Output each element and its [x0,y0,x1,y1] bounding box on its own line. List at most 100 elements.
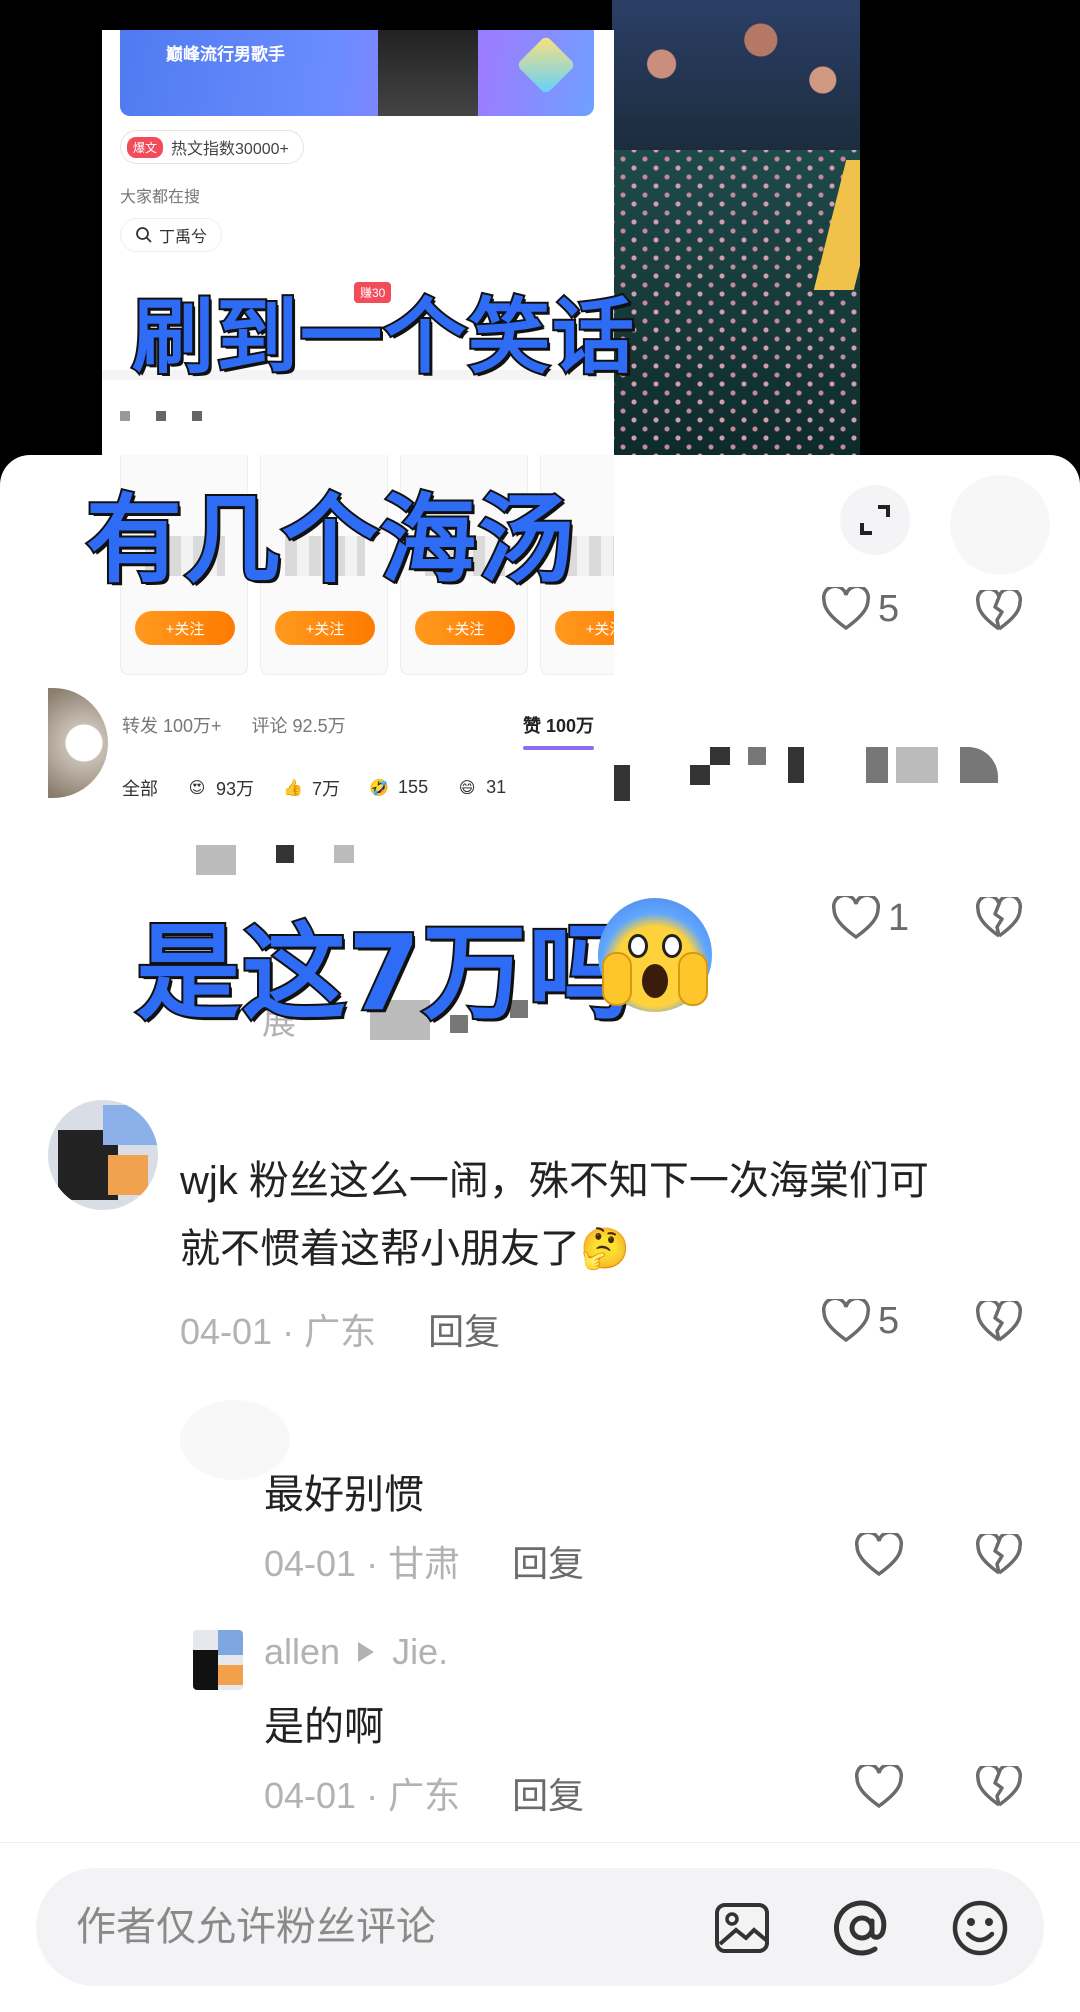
smile-emoji-icon: 😄 [458,779,476,797]
love-emoji-icon: 😍 [188,779,206,797]
like-count: 5 [878,1299,900,1342]
hand [602,952,632,1006]
repost-count[interactable]: 转发 100万+ [122,712,222,738]
laugh-emoji-icon: 🤣 [369,779,389,797]
follow-button[interactable]: +关注 [135,611,235,645]
emoji-icon [952,1900,1008,1956]
like-count: 1 [888,896,910,939]
concert-photo [612,0,860,455]
pixelated-text [276,845,294,863]
reply-users: allen Jie. [264,1631,448,1673]
avatar[interactable] [48,688,108,798]
reply-date: 04-01 · 广东 [264,1775,461,1816]
follow-button[interactable]: +关注 [275,611,375,645]
comment-count[interactable]: 评论 92.5万 [252,712,346,738]
reply-arrow-icon [358,1642,375,1662]
top-screenshot-area: 巅峰流行男歌手 爆文 热文指数30000+ 大家都在搜 丁禹兮 赚30 [0,0,1080,470]
concert-crowd [612,0,860,160]
search-icon [136,227,152,243]
comment-line-text: 就不惯着这帮小朋友了 [180,1227,580,1271]
search-chip: 丁禹兮 [120,218,223,252]
stats-bar: 转发 100万+ 评论 92.5万 赞 100万 [102,695,614,755]
like-button[interactable]: 5 [822,587,899,631]
reaction-filter-row: 全部 😍 93万 👍 7万 🤣 155 😄 31 [102,755,614,820]
concert-floor [612,150,860,455]
eye [628,934,648,958]
pixelated-text [960,747,998,783]
reply-button[interactable]: 回复 [512,1767,584,1819]
banner-title: 巅峰流行男歌手 [166,45,285,64]
reaction-love[interactable]: 😍 93万 [184,775,254,801]
pixelated-text [896,747,938,783]
pixelated-text [614,765,630,801]
pixelated-text [690,765,710,785]
reaction-count: 7万 [312,778,341,799]
pixelated-text [748,747,766,765]
reply-button[interactable]: 回复 [428,1303,500,1355]
emoji-button[interactable] [950,1898,1010,1958]
broken-heart-icon[interactable] [976,1534,1022,1576]
comment-input-container[interactable] [36,1868,1044,1986]
reply-meta: 04-01 · 甘肃 回复 [264,1535,584,1587]
reaction-thumb[interactable]: 👍 7万 [280,775,340,801]
broken-heart-icon[interactable] [976,590,1022,632]
heart-icon[interactable] [855,1533,903,1577]
broken-heart-icon[interactable] [976,897,1022,939]
caption-line-3: 是这7万吗 [134,910,635,1036]
reaction-smile[interactable]: 😄 31 [454,775,506,801]
mouth [642,964,668,998]
like-count: 5 [878,587,900,630]
follow-button[interactable]: +关注 [555,611,614,645]
like-button[interactable]: 5 [822,1299,899,1343]
broken-heart-icon[interactable] [976,1301,1022,1343]
expand-button[interactable] [840,485,910,555]
reaction-laugh[interactable]: 🤣 155 [366,775,428,801]
pixelated-text [788,747,804,783]
image-button[interactable] [712,1898,772,1958]
follow-button[interactable]: +关注 [415,611,515,645]
heart-icon[interactable] [855,1765,903,1809]
mention-button[interactable] [832,1898,892,1958]
comment-meta: 04-01 · 广东 回复 [180,1303,500,1355]
reply-button[interactable]: 回复 [512,1535,584,1587]
caption-line-2: 有几个海汤 [84,482,576,598]
diamond-icon [516,35,576,95]
reply-date: 04-01 · 甘肃 [264,1543,461,1584]
heart-icon [832,896,880,940]
reply-text: 最好别惯 [264,1473,424,1517]
broken-heart-icon[interactable] [976,1766,1022,1808]
username[interactable]: allen [264,1631,340,1673]
everyone-searching-label: 大家都在搜 [120,189,201,206]
reaction-count: 31 [486,777,507,797]
banner: 巅峰流行男歌手 [120,30,594,116]
at-icon [833,1900,887,1956]
pixelated-text [334,845,354,863]
heart-icon [822,1299,870,1343]
image-icon [715,1903,769,1953]
faded-avatar [950,475,1050,575]
embedded-screenshot: 巅峰流行男歌手 爆文 热文指数30000+ 大家都在搜 丁禹兮 赚30 [102,30,614,458]
blurred-row [120,408,202,424]
comment-input[interactable] [74,1903,674,1951]
reply-meta: 04-01 · 广东 回复 [264,1767,584,1819]
heart-icon [822,587,870,631]
hot-tag: 爆文 [127,136,164,158]
caption-line-1: 刷到一个笑话 [130,288,637,387]
like-button[interactable]: 1 [832,896,909,940]
comment-line: 就不惯着这帮小朋友了🤔 [180,1215,1040,1283]
hand [678,952,708,1006]
pixelated-text [196,845,236,875]
like-count[interactable]: 赞 100万 [522,712,595,750]
reply-to-username[interactable]: Jie. [392,1631,448,1673]
reaction-all[interactable]: 全部 [122,775,158,801]
comment-input-bar [0,1842,1080,2012]
reaction-count: 155 [398,777,429,797]
banner-photo [378,30,478,116]
avatar[interactable] [193,1630,243,1690]
reaction-count: 93万 [216,778,255,799]
avatar[interactable] [48,1100,158,1210]
reply-text: 是的啊 [264,1705,384,1749]
comment-sheet: +关注 +关注 +关注 +关注 转发 100万+ 评论 92.5万 赞 100万… [0,455,1080,2012]
thumbs-up-icon: 👍 [283,779,303,797]
comment-text: wjk 粉丝这么一闹，殊不知下一次海棠们可 就不惯着这帮小朋友了🤔 [180,1147,1040,1283]
